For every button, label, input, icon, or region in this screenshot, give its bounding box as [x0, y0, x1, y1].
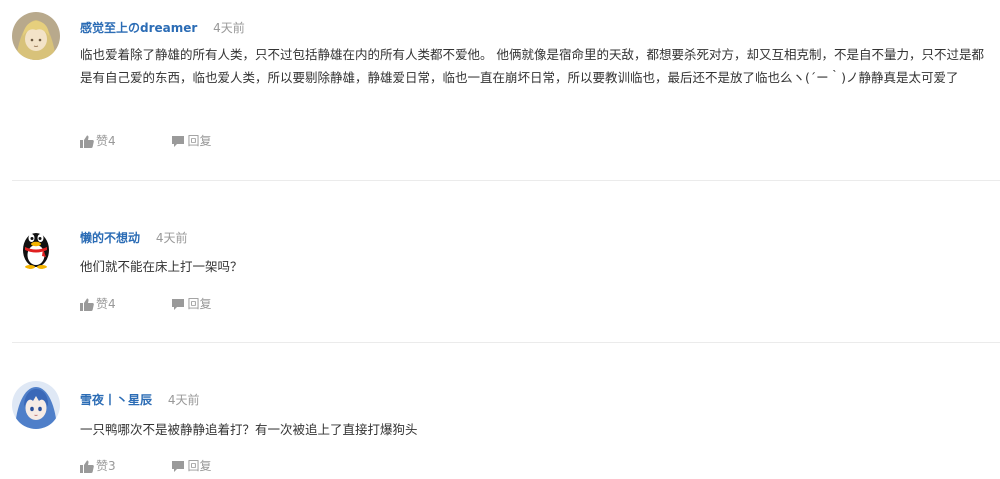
reply-button[interactable]: 回复: [171, 133, 211, 149]
comment-content: 一只鸭哪次不是被静静追着打？有一次被追上了直接打爆狗头: [80, 422, 418, 437]
user-avatar[interactable]: [12, 381, 60, 429]
like-button[interactable]: 赞3: [80, 458, 116, 474]
username[interactable]: 懒的不想动: [80, 231, 140, 245]
anime-blonde-avatar-icon: [12, 12, 60, 60]
speech-bubble-icon: [172, 135, 185, 147]
thumbs-up-icon: [80, 460, 94, 473]
thumbs-up-icon: [80, 298, 94, 311]
reply-label: 回复: [187, 134, 212, 148]
speech-bubble-icon: [172, 298, 185, 310]
like-count: 赞4: [96, 134, 116, 148]
comment-content: 临也爱着除了静雄的所有人类，只不过包括静雄在内的所有人类都不爱他。 他俩就像是宿…: [80, 47, 984, 85]
like-count: 赞3: [96, 459, 116, 473]
reply-button[interactable]: 回复: [171, 458, 211, 474]
comment-time: 4天前: [167, 393, 200, 407]
username[interactable]: 感觉至上のdreamer: [80, 21, 197, 35]
user-avatar[interactable]: [12, 222, 60, 270]
like-button[interactable]: 赞4: [80, 133, 116, 149]
comment-time: 4天前: [213, 21, 245, 35]
reply-label: 回复: [187, 297, 212, 311]
comment-divider: [12, 342, 1000, 343]
user-avatar[interactable]: [12, 12, 60, 60]
like-count: 赞4: [96, 297, 116, 311]
reply-label: 回复: [187, 459, 212, 473]
comment-time: 4天前: [155, 231, 188, 245]
speech-bubble-icon: [172, 460, 185, 472]
like-button[interactable]: 赞4: [80, 296, 116, 312]
thumbs-up-icon: [80, 135, 94, 148]
comment-content: 他们就不能在床上打一架吗？: [80, 259, 243, 274]
username[interactable]: 雪夜丨丶星辰: [80, 393, 152, 407]
comment-divider: [12, 180, 1000, 181]
qq-penguin-avatar-icon: [23, 233, 49, 269]
anime-blue-hair-avatar-icon: [12, 381, 60, 429]
reply-button[interactable]: 回复: [171, 296, 211, 312]
